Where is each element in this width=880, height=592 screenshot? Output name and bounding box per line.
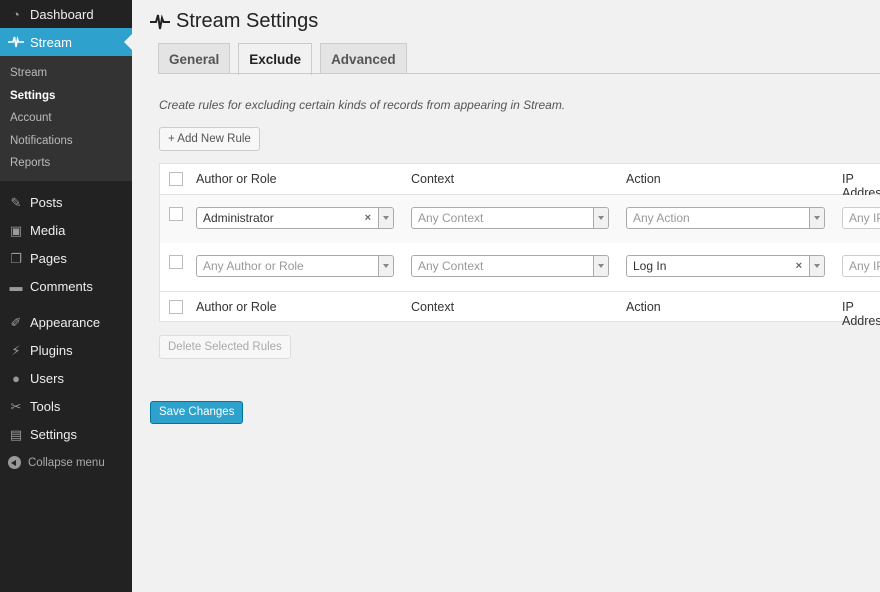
- select-all-checkbox-footer[interactable]: [169, 300, 183, 314]
- menu-dashboard[interactable]: ◔ Dashboard: [0, 0, 132, 28]
- author-role-select[interactable]: Administrator ×: [196, 207, 394, 229]
- menu-users[interactable]: ● Users: [0, 365, 132, 393]
- context-select[interactable]: Any Context: [411, 207, 609, 229]
- column-context: Context: [411, 172, 455, 186]
- page-title: Stream Settings: [150, 10, 318, 33]
- admin-sidebar: ◔ Dashboard Stream Stream Settings Accou…: [0, 0, 132, 592]
- ip-address-input[interactable]: Any IP: [842, 255, 880, 277]
- comment-icon: ▬: [9, 279, 23, 294]
- main-content: Stream Settings General Exclude Advanced…: [150, 0, 880, 592]
- tab-exclude[interactable]: Exclude: [238, 43, 313, 75]
- stream-logo-icon: [150, 13, 170, 29]
- exclude-description: Create rules for excluding certain kinds…: [159, 98, 566, 112]
- author-role-value: Administrator: [203, 211, 274, 225]
- menu-tools[interactable]: ✂ Tools: [0, 393, 132, 421]
- submenu-account[interactable]: Account: [0, 107, 132, 130]
- ip-address-input[interactable]: Any IP: [842, 207, 880, 229]
- stream-icon: [8, 34, 24, 50]
- media-icon: ▣: [9, 222, 23, 238]
- menu-appearance-label: Appearance: [30, 315, 101, 330]
- menu-posts[interactable]: ✎ Posts: [0, 189, 132, 217]
- menu-settings-label: Settings: [30, 427, 77, 442]
- clear-icon[interactable]: ×: [796, 256, 802, 276]
- add-new-rule-button[interactable]: + Add New Rule: [159, 127, 260, 151]
- collapse-menu[interactable]: Collapse menu: [0, 449, 132, 477]
- ip-value: Any IP: [849, 259, 880, 273]
- submenu-notifications[interactable]: Notifications: [0, 130, 132, 153]
- menu-stream[interactable]: Stream: [0, 28, 132, 56]
- action-select[interactable]: Log In ×: [626, 255, 825, 277]
- menu-tools-label: Tools: [30, 399, 61, 414]
- settings-tabs: General Exclude Advanced: [158, 43, 415, 75]
- table-header: Author or Role Context Action IP Address: [160, 164, 880, 200]
- tab-general[interactable]: General: [158, 43, 231, 74]
- dashboard-icon: ◔: [12, 6, 20, 22]
- chevron-down-icon: [809, 256, 824, 276]
- collapse-menu-label: Collapse menu: [28, 456, 105, 469]
- column-action: Action: [626, 172, 661, 186]
- row-checkbox[interactable]: [169, 255, 183, 269]
- submenu-reports[interactable]: Reports: [0, 152, 132, 175]
- menu-pages-label: Pages: [30, 251, 67, 266]
- plug-icon: ⚡: [11, 342, 21, 358]
- settings-icon: ▤: [9, 426, 23, 442]
- menu-settings[interactable]: ▤ Settings: [0, 421, 132, 449]
- tab-advanced[interactable]: Advanced: [320, 43, 407, 74]
- menu-plugins-label: Plugins: [30, 343, 73, 358]
- pages-icon: ❐: [10, 250, 22, 266]
- chevron-down-icon: [593, 256, 608, 276]
- save-changes-button[interactable]: Save Changes: [150, 401, 244, 424]
- column-ip-footer: IP Address: [842, 300, 880, 328]
- chevron-down-icon: [593, 208, 608, 228]
- menu-dashboard-label: Dashboard: [30, 6, 94, 22]
- author-role-value: Any Author or Role: [203, 259, 304, 273]
- column-author-footer: Author or Role: [196, 300, 277, 314]
- menu-appearance[interactable]: ✐ Appearance: [0, 309, 132, 337]
- column-author: Author or Role: [196, 172, 277, 186]
- action-value: Log In: [633, 259, 667, 273]
- menu-media[interactable]: ▣ Media: [0, 217, 132, 245]
- context-value: Any Context: [418, 211, 484, 225]
- menu-stream-label: Stream: [30, 34, 72, 50]
- chevron-down-icon: [809, 208, 824, 228]
- exclude-rules-table: Author or Role Context Action IP Address…: [159, 163, 880, 328]
- user-icon: ●: [12, 371, 20, 386]
- menu-pages[interactable]: ❐ Pages: [0, 245, 132, 273]
- column-context-footer: Context: [411, 300, 455, 314]
- menu-plugins[interactable]: ⚡ Plugins: [0, 337, 132, 365]
- delete-selected-rules-button[interactable]: Delete Selected Rules: [159, 335, 291, 359]
- submenu-settings[interactable]: Settings: [0, 85, 132, 108]
- column-action-footer: Action: [626, 300, 661, 314]
- action-value: Any Action: [633, 211, 690, 225]
- pushpin-icon: ✎: [10, 194, 22, 210]
- row-checkbox[interactable]: [169, 207, 183, 221]
- select-all-checkbox[interactable]: [169, 172, 183, 186]
- table-footer: Author or Role Context Action IP Address: [160, 291, 880, 328]
- menu-posts-label: Posts: [30, 195, 63, 210]
- chevron-down-icon: [378, 208, 393, 228]
- table-row: Administrator × Any Context Any Action A…: [160, 195, 880, 243]
- chevron-down-icon: [378, 256, 393, 276]
- table-row: Any Author or Role Any Context Log In × …: [160, 243, 880, 291]
- action-select[interactable]: Any Action: [626, 207, 825, 229]
- collapse-arrow-icon: [8, 456, 21, 469]
- stream-submenu: Stream Settings Account Notifications Re…: [0, 56, 132, 181]
- context-value: Any Context: [418, 259, 484, 273]
- menu-comments-label: Comments: [30, 279, 93, 294]
- paintbrush-icon: ✐: [10, 314, 22, 330]
- clear-icon[interactable]: ×: [365, 208, 371, 228]
- menu-users-label: Users: [30, 371, 64, 386]
- author-role-select[interactable]: Any Author or Role: [196, 255, 394, 277]
- page-title-text: Stream Settings: [176, 10, 319, 32]
- menu-media-label: Media: [30, 223, 66, 238]
- submenu-stream[interactable]: Stream: [0, 62, 132, 85]
- menu-comments[interactable]: ▬ Comments: [0, 273, 132, 301]
- context-select[interactable]: Any Context: [411, 255, 609, 277]
- wrench-icon: ✂: [10, 398, 22, 414]
- ip-value: Any IP: [849, 211, 880, 225]
